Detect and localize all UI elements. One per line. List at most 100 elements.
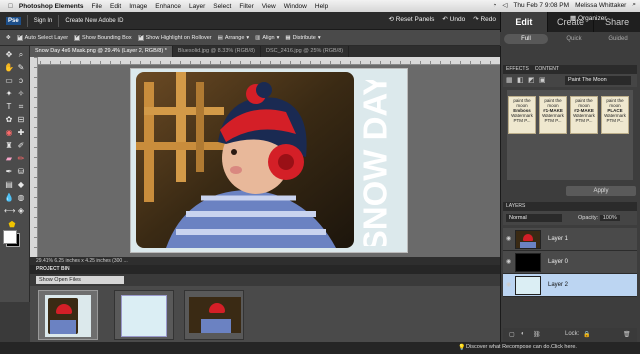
menu-view[interactable]: View: [262, 3, 276, 10]
healing-brush-tool-icon[interactable]: ✚: [16, 128, 26, 138]
bounding-box-checkbox[interactable]: Show Bounding Box: [74, 33, 132, 41]
effects-category-dropdown[interactable]: Paint The Moon: [565, 76, 631, 85]
eraser-tool-icon[interactable]: ▰: [4, 154, 14, 164]
effect-thumb-make-1[interactable]: paint the moon #1-MAKE Watermark PTM P..…: [539, 96, 567, 134]
all-effects-icon[interactable]: ▣: [539, 76, 546, 84]
effect-thumb-emboss[interactable]: paint the moon Emboss Watermark PTM P...: [508, 96, 536, 134]
menu-select[interactable]: Select: [213, 3, 231, 10]
reset-panels-button[interactable]: ⟲ Reset Panels: [388, 15, 434, 23]
layer-name[interactable]: Layer 1: [548, 236, 568, 242]
marquee-tool-icon[interactable]: ▭: [4, 76, 14, 86]
pencil-tool-icon[interactable]: ✐: [16, 141, 26, 151]
magic-wand-tool-icon[interactable]: ✦: [4, 89, 14, 99]
layer-row-layer-1[interactable]: ◉ Layer 1: [503, 228, 637, 251]
doc-tab-snow-day[interactable]: Snow Day 4x6 Mask.png @ 29.4% (Layer 2, …: [30, 46, 173, 57]
tab-full[interactable]: Full: [504, 34, 548, 44]
volume-icon[interactable]: ◁: [502, 1, 507, 9]
sponge-tool-icon[interactable]: ◍: [16, 193, 26, 203]
tab-content[interactable]: CONTENT: [535, 65, 559, 74]
eye-icon[interactable]: ◉: [506, 258, 511, 265]
bin-thumb-snow-day[interactable]: [38, 290, 98, 340]
layer-styles-icon[interactable]: ◧: [517, 76, 524, 84]
new-layer-icon[interactable]: ▢: [509, 331, 515, 338]
tab-effects[interactable]: EFFECTS: [506, 65, 529, 74]
tab-edit[interactable]: Edit: [500, 12, 547, 32]
content-aware-tool-icon[interactable]: ◈: [16, 206, 26, 216]
user-name[interactable]: Melissa Whittaker: [575, 2, 626, 9]
adjustment-layer-icon[interactable]: ◐: [521, 331, 525, 337]
clone-stamp-tool-icon[interactable]: ♜: [4, 141, 14, 151]
menu-window[interactable]: Window: [284, 3, 307, 10]
shape-tool-icon[interactable]: ◆: [16, 180, 26, 190]
effect-thumb-make-2[interactable]: paint the moon #2-MAKE Watermark PTM P..…: [570, 96, 598, 134]
layer-row-layer-0[interactable]: ◉ Layer 0: [503, 251, 637, 274]
project-bin-filter-dropdown[interactable]: Show Open Files: [36, 276, 124, 284]
photo-effects-icon[interactable]: ◩: [528, 76, 535, 84]
lock-icon[interactable]: 🔒: [583, 331, 590, 338]
clock[interactable]: Thu Feb 7 9:08 PM: [513, 2, 569, 9]
menu-help[interactable]: Help: [315, 3, 328, 10]
redo-button[interactable]: ↷ Redo: [473, 15, 496, 23]
layer-name[interactable]: Layer 0: [548, 259, 568, 265]
text-tool-icon[interactable]: T: [4, 102, 14, 112]
apple-icon[interactable]: : [8, 3, 13, 10]
distribute-dropdown[interactable]: ▦ Distribute ▾: [285, 35, 320, 41]
sub-tabs: Full Quick Guided: [500, 32, 640, 46]
layer-name[interactable]: Layer 2: [548, 282, 568, 288]
menu-layer[interactable]: Layer: [189, 3, 205, 10]
straighten-tool-icon[interactable]: ⊟: [16, 115, 26, 125]
selection-brush-tool-icon[interactable]: ✧: [16, 89, 26, 99]
doc-tab-dsc[interactable]: DSC_2416.jpg @ 25% (RGB/8): [261, 46, 350, 57]
blend-mode-dropdown[interactable]: Normal: [506, 214, 562, 222]
menu-enhance[interactable]: Enhance: [155, 3, 181, 10]
opacity-control[interactable]: Opacity: 100%: [578, 214, 620, 222]
doc-tab-bluesolid[interactable]: Bluesolid.jpg @ 8.33% (RGB/8): [173, 46, 261, 57]
apply-button[interactable]: Apply: [566, 186, 636, 196]
paint-bucket-tool-icon[interactable]: ⛁: [16, 167, 26, 177]
link-icon[interactable]: ⛓: [533, 331, 541, 338]
tab-guided[interactable]: Guided: [596, 32, 640, 46]
red-eye-tool-icon[interactable]: ◉: [4, 128, 14, 138]
cookie-cutter-tool-icon[interactable]: ✿: [4, 115, 14, 125]
undo-button[interactable]: ↶ Undo: [442, 15, 465, 23]
recompose-tool-icon[interactable]: ⟷: [4, 206, 15, 216]
align-dropdown[interactable]: ▥ Align ▾: [255, 35, 279, 41]
menu-image[interactable]: Image: [129, 3, 147, 10]
project-bin-header[interactable]: PROJECT BIN: [30, 265, 500, 274]
opacity-value[interactable]: 100%: [599, 215, 620, 221]
trash-icon[interactable]: 🗑: [623, 331, 631, 338]
eye-icon[interactable]: ◉: [506, 235, 511, 242]
eyedropper-tool-icon[interactable]: ✎: [16, 63, 26, 73]
spotlight-icon[interactable]: ⌕: [632, 1, 636, 9]
gradient-tool-icon[interactable]: ▤: [4, 180, 14, 190]
create-adobe-id-link[interactable]: Create New Adobe ID: [65, 18, 123, 24]
effect-thumb-place[interactable]: paint the moon PLACE Watermark PTM P...: [601, 96, 629, 134]
menu-filter[interactable]: Filter: [239, 3, 253, 10]
auto-select-checkbox[interactable]: Auto Select Layer: [16, 33, 68, 41]
crop-tool-icon[interactable]: ⌗: [16, 102, 26, 112]
lasso-tool-icon[interactable]: ↄ: [16, 76, 26, 86]
bin-thumb-dsc[interactable]: [184, 290, 244, 340]
custom-shape-tool-icon[interactable]: ⬟: [7, 220, 17, 230]
menu-app-name[interactable]: Photoshop Elements: [19, 3, 84, 10]
blur-tool-icon[interactable]: 💧: [4, 193, 14, 203]
wifi-icon[interactable]: ◔: [492, 2, 496, 9]
organizer-button[interactable]: ▦ Organizer: [570, 14, 607, 22]
brush-tool-icon[interactable]: ✏: [16, 154, 26, 164]
zoom-tool-icon[interactable]: ⌕: [16, 50, 26, 60]
menu-edit[interactable]: Edit: [110, 3, 121, 10]
layer-row-layer-2[interactable]: ◉ Layer 2: [503, 274, 637, 297]
arrange-dropdown[interactable]: ▤ Arrange ▾: [218, 35, 250, 41]
eye-icon[interactable]: ◉: [506, 281, 511, 288]
foreground-color-swatch[interactable]: [3, 230, 17, 244]
highlight-checkbox[interactable]: Show Highlight on Rollover: [137, 33, 212, 41]
menu-file[interactable]: File: [92, 3, 102, 10]
move-tool-icon[interactable]: ✥: [4, 50, 14, 60]
tab-quick[interactable]: Quick: [552, 32, 596, 46]
tip-link[interactable]: Discover what Recompose can do.Click her…: [466, 344, 577, 350]
filters-icon[interactable]: ▦: [506, 76, 513, 84]
hand-tool-icon[interactable]: ✋: [4, 63, 14, 73]
bin-thumb-bluesolid[interactable]: [114, 290, 174, 340]
smart-brush-tool-icon[interactable]: ✒: [4, 167, 14, 177]
sign-in-link[interactable]: Sign In: [34, 18, 53, 24]
